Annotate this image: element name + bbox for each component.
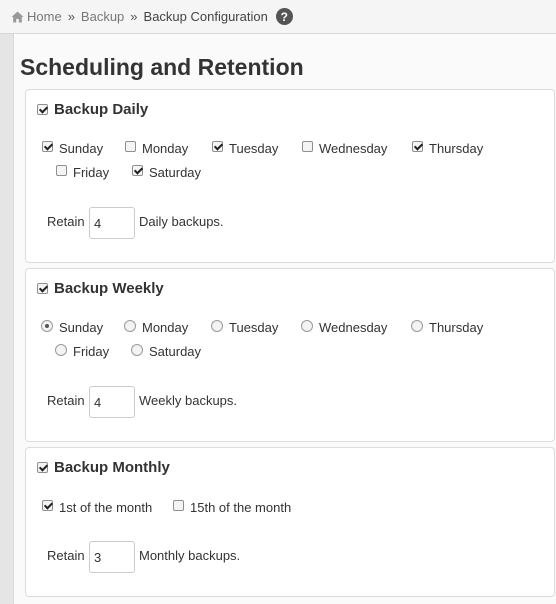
weekly-monday-radio[interactable] <box>124 320 136 332</box>
monthly-1st-label[interactable]: 1st of the month <box>59 500 152 515</box>
weekly-saturday-label[interactable]: Saturday <box>149 344 201 359</box>
weekly-friday-radio[interactable] <box>55 344 67 356</box>
daily-monday-label[interactable]: Monday <box>142 141 188 156</box>
monthly-15th-label[interactable]: 15th of the month <box>190 500 291 515</box>
daily-retain-label: Retain <box>47 214 85 229</box>
breadcrumb-home-link[interactable]: Home <box>27 9 62 24</box>
daily-friday-label[interactable]: Friday <box>73 165 109 180</box>
daily-retain-input[interactable] <box>89 207 135 239</box>
weekly-wednesday-radio[interactable] <box>301 320 313 332</box>
weekly-friday-label[interactable]: Friday <box>73 344 109 359</box>
daily-monday-checkbox[interactable] <box>125 141 136 152</box>
monthly-retain-label: Retain <box>47 548 85 563</box>
monthly-retain-input[interactable] <box>89 541 135 573</box>
weekly-thursday-radio[interactable] <box>411 320 423 332</box>
weekly-retain-input[interactable] <box>89 386 135 418</box>
backup-monthly-panel: Backup Monthly 1st of the month 15th of … <box>25 447 555 597</box>
weekly-wednesday-label[interactable]: Wednesday <box>319 320 387 335</box>
help-icon[interactable]: ? <box>275 8 293 25</box>
backup-daily-checkbox[interactable] <box>37 104 48 115</box>
daily-wednesday-checkbox[interactable] <box>302 141 313 152</box>
daily-wednesday-label[interactable]: Wednesday <box>319 141 387 156</box>
daily-retain-suffix: Daily backups. <box>139 214 224 229</box>
weekly-tuesday-label[interactable]: Tuesday <box>229 320 278 335</box>
weekly-monday-label[interactable]: Monday <box>142 320 188 335</box>
weekly-thursday-label[interactable]: Thursday <box>429 320 483 335</box>
monthly-retain-suffix: Monthly backups. <box>139 548 241 563</box>
daily-thursday-label[interactable]: Thursday <box>429 141 483 156</box>
daily-thursday-checkbox[interactable] <box>412 141 423 152</box>
breadcrumb-separator: » <box>67 9 75 24</box>
monthly-15th-checkbox[interactable] <box>173 500 184 511</box>
backup-monthly-heading[interactable]: Backup Monthly <box>54 459 170 476</box>
daily-sunday-checkbox[interactable] <box>42 141 53 152</box>
backup-daily-heading[interactable]: Backup Daily <box>54 101 148 118</box>
backup-weekly-panel: Backup Weekly Sunday Monday Tuesday Wedn… <box>25 268 555 442</box>
breadcrumb-current: Backup Configuration <box>143 9 268 24</box>
breadcrumb: Home » Backup » Backup Configuration ? <box>0 0 556 34</box>
main-content: Scheduling and Retention Backup Daily Su… <box>13 34 556 604</box>
weekly-sunday-label[interactable]: Sunday <box>59 320 103 335</box>
weekly-saturday-radio[interactable] <box>131 344 143 356</box>
backup-weekly-checkbox[interactable] <box>37 283 48 294</box>
backup-monthly-checkbox[interactable] <box>37 462 48 473</box>
daily-sunday-label[interactable]: Sunday <box>59 141 103 156</box>
daily-friday-checkbox[interactable] <box>56 165 67 176</box>
home-icon[interactable] <box>11 11 24 23</box>
weekly-retain-suffix: Weekly backups. <box>139 393 238 408</box>
daily-tuesday-label[interactable]: Tuesday <box>229 141 278 156</box>
daily-saturday-label[interactable]: Saturday <box>149 165 201 180</box>
backup-daily-panel: Backup Daily Sunday Monday Tuesday Wedne… <box>25 89 555 263</box>
page-title: Scheduling and Retention <box>20 54 304 80</box>
breadcrumb-backup-link[interactable]: Backup <box>81 9 124 24</box>
daily-saturday-checkbox[interactable] <box>132 165 143 176</box>
weekly-sunday-radio[interactable] <box>41 320 53 332</box>
daily-tuesday-checkbox[interactable] <box>212 141 223 152</box>
breadcrumb-separator: » <box>130 9 138 24</box>
weekly-retain-label: Retain <box>47 393 85 408</box>
monthly-1st-checkbox[interactable] <box>42 500 53 511</box>
weekly-tuesday-radio[interactable] <box>211 320 223 332</box>
backup-weekly-heading[interactable]: Backup Weekly <box>54 280 164 297</box>
